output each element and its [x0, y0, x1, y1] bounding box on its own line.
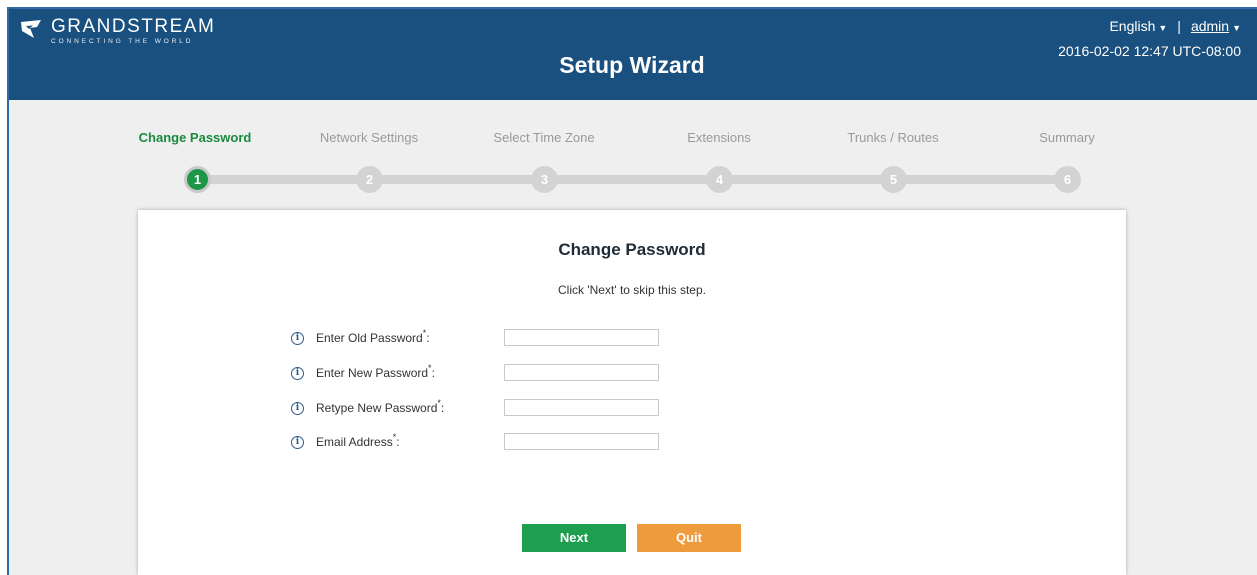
old-password-input[interactable]	[504, 329, 659, 346]
system-datetime: 2016-02-02 12:47 UTC-08:00	[1058, 43, 1241, 59]
form-row-old-password: i Enter Old Password*:	[291, 328, 659, 348]
retype-password-input[interactable]	[504, 399, 659, 416]
step-label-select-time-zone: Select Time Zone	[493, 130, 595, 145]
panel-subtitle: Click 'Next' to skip this step.	[558, 283, 706, 297]
app-frame: GRANDSTREAM CONNECTING THE WORLD Setup W…	[7, 7, 1257, 575]
info-icon[interactable]: i	[291, 366, 304, 380]
logo-name: GRANDSTREAM	[51, 16, 216, 37]
language-label: English	[1109, 18, 1156, 34]
change-password-panel: Change Password Click 'Next' to skip thi…	[138, 210, 1126, 575]
email-field[interactable]	[504, 433, 659, 450]
form-row-retype-password: i Retype New Password*:	[291, 398, 659, 418]
grandstream-logo: GRANDSTREAM CONNECTING THE WORLD	[19, 17, 215, 46]
step-label-extensions: Extensions	[687, 130, 751, 145]
step-circle-6: 6	[1054, 166, 1081, 193]
top-header: GRANDSTREAM CONNECTING THE WORLD Setup W…	[7, 7, 1257, 100]
info-icon[interactable]: i	[291, 331, 304, 345]
next-button[interactable]: Next	[522, 524, 626, 552]
step-label-change-password: Change Password	[138, 130, 252, 145]
step-circle-4: 4	[706, 166, 733, 193]
user-dropdown[interactable]: admin ▼	[1191, 18, 1241, 34]
info-icon[interactable]: i	[291, 435, 304, 449]
grandstream-logo-icon	[21, 20, 41, 38]
user-label: admin	[1190, 18, 1230, 34]
header-user-area: English ▼ | admin ▼ 2016-02-02 12:47 UTC-0…	[1058, 18, 1241, 59]
step-circle-2: 2	[356, 166, 383, 193]
step-label-trunks-routes: Trunks / Routes	[847, 130, 939, 145]
logo-tagline: CONNECTING THE WORLD	[51, 38, 194, 45]
frame-border	[7, 7, 1257, 9]
info-icon[interactable]: i	[291, 401, 304, 415]
chevron-down-icon: ▼	[1158, 23, 1168, 33]
step-label-summary: Summary	[1039, 130, 1095, 145]
new-password-input[interactable]	[504, 364, 659, 381]
step-label-network-settings: Network Settings	[319, 130, 419, 145]
field-label: Email Address*:	[316, 432, 400, 449]
step-circle-3: 3	[531, 166, 558, 193]
language-dropdown[interactable]: English ▼	[1109, 18, 1167, 34]
frame-border	[7, 7, 9, 575]
field-label: Enter Old Password*:	[316, 328, 430, 345]
field-label: Retype New Password*:	[316, 398, 445, 415]
chevron-down-icon: ▼	[1232, 23, 1241, 33]
step-circle-1: 1	[184, 166, 211, 193]
quit-button[interactable]: Quit	[637, 524, 741, 552]
form-row-new-password: i Enter New Password*:	[291, 363, 659, 383]
header-separator: |	[1177, 18, 1181, 34]
form-row-email: i Email Address*:	[291, 432, 659, 452]
field-label: Enter New Password*:	[316, 363, 435, 380]
panel-title: Change Password	[558, 240, 706, 259]
step-circle-5: 5	[880, 166, 907, 193]
wizard-steps: Change Password Network Settings Select …	[7, 100, 1257, 210]
progress-track	[197, 175, 1077, 184]
